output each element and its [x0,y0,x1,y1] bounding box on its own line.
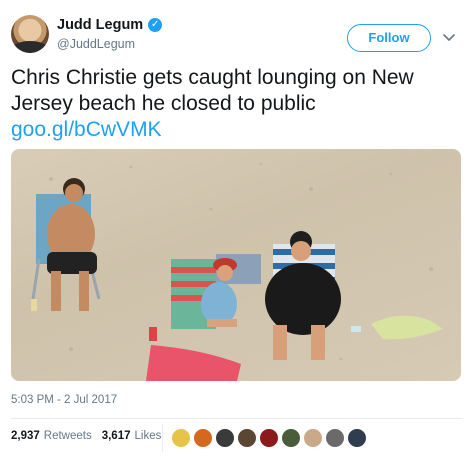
liker-avatar[interactable] [259,428,279,448]
liker-avatar[interactable] [215,428,235,448]
liker-avatar[interactable] [325,428,345,448]
author-name-row: Judd Legum ✓ [57,17,163,33]
liker-avatars [171,428,369,448]
retweets-label[interactable]: Retweets [44,430,92,442]
liker-avatar[interactable] [237,428,257,448]
likes-count[interactable]: 3,617 [102,430,131,442]
tweet-photo[interactable] [11,149,461,381]
follow-button[interactable]: Follow [347,24,431,52]
tweet-text-block: Chris Christie gets caught lounging on N… [11,65,461,143]
author-display-name[interactable]: Judd Legum [57,17,143,33]
tweet-text: Chris Christie gets caught lounging on N… [11,66,414,115]
chevron-down-icon[interactable] [441,29,457,45]
liker-avatar[interactable] [347,428,367,448]
liker-avatar[interactable] [193,428,213,448]
author-handle[interactable]: @JuddLegum [57,37,135,51]
liker-avatar[interactable] [171,428,191,448]
liker-avatar[interactable] [303,428,323,448]
author-avatar[interactable] [11,15,49,53]
likes-label[interactable]: Likes [135,430,162,442]
engagement-stats: 2,937 Retweets 3,617 Likes [11,430,171,442]
tweet-timestamp[interactable]: 5:03 PM - 2 Jul 2017 [11,394,117,406]
retweets-count[interactable]: 2,937 [11,430,40,442]
liker-avatar[interactable] [281,428,301,448]
verified-badge-icon: ✓ [148,18,163,32]
divider [11,418,463,419]
tweet-card: Judd Legum ✓ @JuddLegum Follow Chris Chr… [0,0,474,456]
beach-photo-illustration [31,162,443,381]
stats-separator [162,424,163,452]
tweet-link[interactable]: goo.gl/bCwVMK [11,117,461,143]
